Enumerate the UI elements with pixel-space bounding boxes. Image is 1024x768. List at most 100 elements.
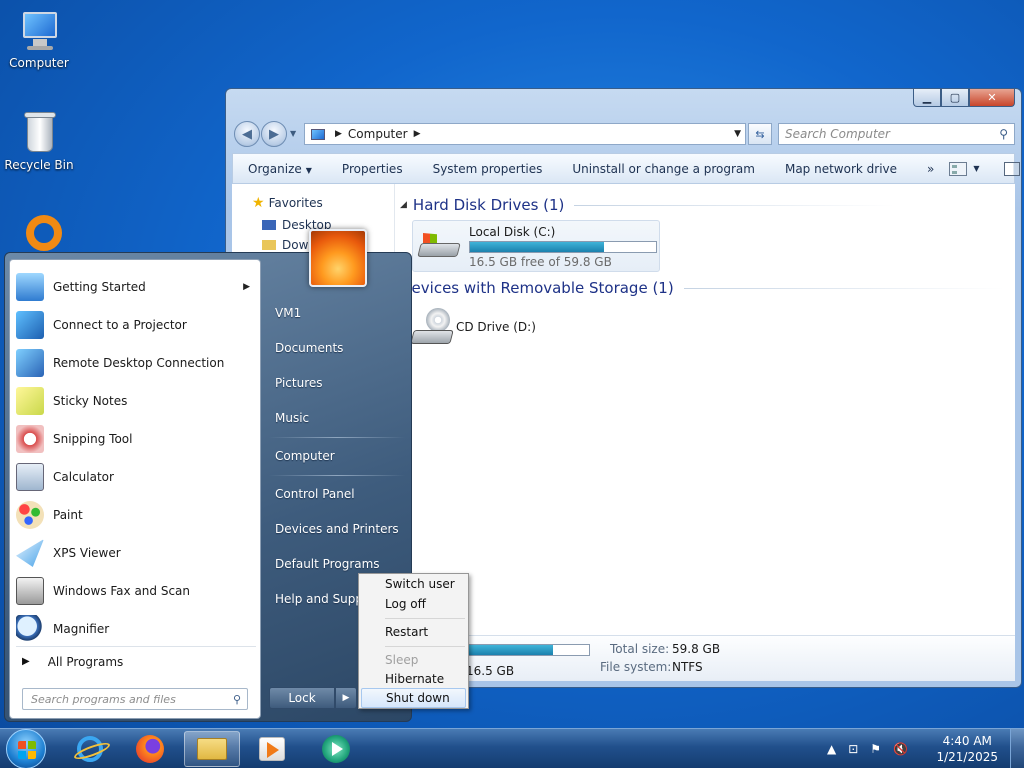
taskbar-clock[interactable]: 4:40 AM 1/21/2025 xyxy=(936,733,998,765)
recent-pages-icon[interactable]: ▼ xyxy=(290,129,296,138)
address-dropdown-icon[interactable]: ▼ xyxy=(734,129,741,139)
favorites-header[interactable]: ★ Favorites xyxy=(252,195,323,211)
cd-drive-icon[interactable] xyxy=(410,308,456,348)
program-connect-projector[interactable]: Connect to a Projector xyxy=(16,308,256,342)
network-icon[interactable]: ⊡ xyxy=(848,742,858,756)
properties-button[interactable]: Properties xyxy=(327,162,418,176)
program-paint[interactable]: Paint xyxy=(16,498,256,532)
desktop-icon-computer[interactable]: Computer xyxy=(0,8,78,70)
computer-icon xyxy=(311,128,325,140)
program-getting-started[interactable]: Getting Started ▶ xyxy=(16,270,256,304)
start-search-input[interactable]: Search programs and files ⚲ xyxy=(22,688,248,710)
desktop-icon-label: Computer xyxy=(9,56,69,70)
firefox-icon xyxy=(136,735,164,763)
drive-name-cd[interactable]: CD Drive (D:) xyxy=(456,320,536,334)
menu-item-log-off[interactable]: Log off xyxy=(361,594,466,614)
close-button[interactable]: ✕ xyxy=(969,89,1015,107)
search-computer-input[interactable]: Search Computer ⚲ xyxy=(778,123,1015,145)
clock-time: 4:40 AM xyxy=(942,734,992,748)
show-hidden-icons-button[interactable]: ▲ xyxy=(827,742,836,756)
search-placeholder: Search programs and files xyxy=(31,692,176,706)
collapse-arrow-icon[interactable]: ◢ xyxy=(400,200,407,210)
start-link-computer[interactable]: Computer xyxy=(275,449,335,463)
program-snipping-tool[interactable]: Snipping Tool xyxy=(16,422,256,456)
start-link-control-panel[interactable]: Control Panel xyxy=(275,487,355,501)
taskbar-internet-explorer[interactable] xyxy=(62,731,118,767)
start-link-documents[interactable]: Documents xyxy=(275,341,343,355)
breadcrumb-arrow-icon[interactable]: ▶ xyxy=(335,129,342,139)
details-usage-bar xyxy=(458,644,590,656)
more-commands-button[interactable]: » xyxy=(912,162,949,176)
fax-scan-icon xyxy=(16,577,44,605)
group-header-removable[interactable]: Devices with Removable Storage (1) xyxy=(400,279,1004,297)
hard-disk-icon xyxy=(417,233,461,263)
minimize-button[interactable]: ▁ xyxy=(913,89,941,107)
desktop-icon xyxy=(262,220,276,230)
back-button[interactable]: ◀ xyxy=(234,121,260,147)
menu-item-switch-user[interactable]: Switch user xyxy=(361,574,466,594)
group-header-hdd[interactable]: ◢ Hard Disk Drives (1) xyxy=(400,196,895,214)
windows-media-player-icon xyxy=(322,735,350,763)
drive-usage-bar xyxy=(469,241,657,253)
start-programs-pane: Getting Started ▶ Connect to a Projector… xyxy=(9,259,261,719)
star-icon: ★ xyxy=(252,195,265,211)
all-programs-button[interactable]: ▶ All Programs xyxy=(16,646,256,676)
program-calculator[interactable]: Calculator xyxy=(16,460,256,494)
program-sticky-notes[interactable]: Sticky Notes xyxy=(16,384,256,418)
remote-desktop-icon xyxy=(16,349,44,377)
taskbar-explorer[interactable] xyxy=(184,731,240,767)
program-xps-viewer[interactable]: XPS Viewer xyxy=(16,536,256,570)
user-picture[interactable] xyxy=(309,229,367,287)
app-ring-icon[interactable] xyxy=(26,215,62,251)
preview-pane-icon[interactable] xyxy=(1003,161,1020,176)
power-options-arrow-icon[interactable]: ▶ xyxy=(335,687,357,709)
program-fax-scan[interactable]: Windows Fax and Scan xyxy=(16,574,256,608)
maximize-button[interactable]: ▢ xyxy=(941,89,969,107)
internet-explorer-icon xyxy=(77,736,103,762)
details-free-space: 16.5 GB xyxy=(466,664,515,678)
program-magnifier[interactable]: Magnifier xyxy=(16,612,256,646)
taskbar-firefox[interactable] xyxy=(122,731,178,767)
total-size-label: Total size: xyxy=(610,642,670,656)
system-properties-button[interactable]: System properties xyxy=(418,162,558,176)
taskbar-media-center[interactable] xyxy=(244,731,300,767)
file-system-label: File system: xyxy=(600,660,672,674)
separator xyxy=(269,437,405,438)
start-link-devices-printers[interactable]: Devices and Printers xyxy=(275,522,399,536)
chevron-down-icon[interactable]: ▼ xyxy=(973,164,979,173)
map-network-drive-button[interactable]: Map network drive xyxy=(770,162,912,176)
action-center-flag-icon[interactable]: ⚑ xyxy=(870,742,881,756)
program-remote-desktop[interactable]: Remote Desktop Connection xyxy=(16,346,256,380)
menu-item-hibernate[interactable]: Hibernate xyxy=(361,669,466,689)
menu-item-restart[interactable]: Restart xyxy=(361,622,466,642)
change-view-icon[interactable] xyxy=(949,161,968,176)
show-desktop-button[interactable] xyxy=(1010,729,1024,768)
menu-separator xyxy=(385,646,465,647)
file-system-value: NTFS xyxy=(672,660,703,674)
refresh-button[interactable]: ⇆ xyxy=(748,123,772,145)
forward-button[interactable]: ▶ xyxy=(261,121,287,147)
uninstall-button[interactable]: Uninstall or change a program xyxy=(557,162,770,176)
taskbar-windows-media-player[interactable] xyxy=(308,731,364,767)
volume-muted-icon[interactable]: 🔇 xyxy=(893,742,908,756)
start-link-pictures[interactable]: Pictures xyxy=(275,376,323,390)
arrow-right-icon: ▶ xyxy=(22,656,30,667)
calculator-icon xyxy=(16,463,44,491)
submenu-arrow-icon[interactable]: ▶ xyxy=(243,282,250,292)
breadcrumb-computer[interactable]: Computer xyxy=(348,127,408,141)
breadcrumb-arrow-icon[interactable]: ▶ xyxy=(414,129,421,139)
lock-button[interactable]: Lock xyxy=(269,687,335,709)
organize-button[interactable]: Organize ▼ xyxy=(233,162,327,176)
start-button[interactable] xyxy=(6,729,46,768)
start-link-music[interactable]: Music xyxy=(275,411,309,425)
power-options-menu: Switch user Log off Restart Sleep Hibern… xyxy=(358,573,469,709)
menu-item-shut-down[interactable]: Shut down xyxy=(361,688,466,708)
address-bar[interactable]: ▶ Computer ▶ ▼ xyxy=(304,123,746,145)
menu-item-sleep: Sleep xyxy=(385,653,419,667)
search-icon: ⚲ xyxy=(232,692,241,706)
desktop-icon-recycle-bin[interactable]: Recycle Bin xyxy=(0,110,78,172)
start-link-user[interactable]: VM1 xyxy=(275,306,301,320)
start-link-default-programs[interactable]: Default Programs xyxy=(275,557,380,571)
drive-local-disk[interactable]: Local Disk (C:) 16.5 GB free of 59.8 GB xyxy=(412,220,660,272)
start-menu: Getting Started ▶ Connect to a Projector… xyxy=(4,229,412,722)
